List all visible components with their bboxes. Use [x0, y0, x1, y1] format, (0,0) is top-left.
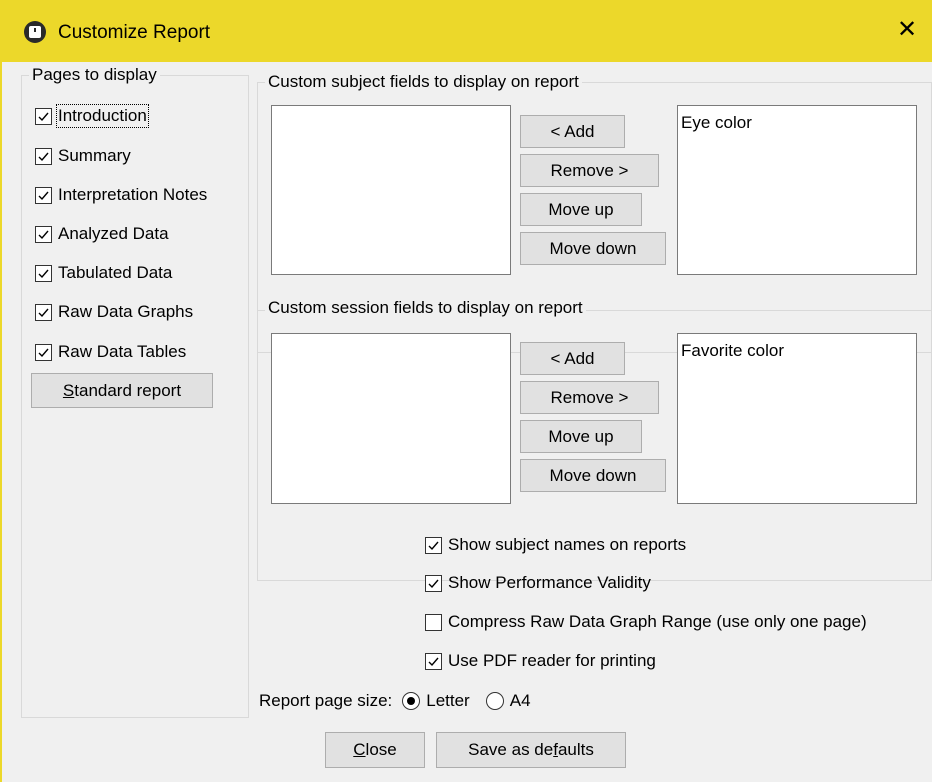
radio-a4[interactable]: [485, 692, 504, 710]
checkbox-label: Introduction: [56, 104, 149, 128]
checkbox-label: Tabulated Data: [58, 263, 173, 282]
checkbox-analyzed-data[interactable]: Analyzed Data: [35, 222, 169, 246]
checkbox-label: Raw Data Graphs: [58, 302, 194, 321]
subject-available-list[interactable]: [271, 105, 511, 275]
checkbox-compress-raw-graph-range[interactable]: Compress Raw Data Graph Range (use only …: [425, 610, 867, 634]
session-move-down-button[interactable]: Move down: [520, 459, 666, 492]
checkbox-box[interactable]: [35, 264, 52, 282]
checkbox-show-subject-names[interactable]: Show subject names on reports: [425, 533, 686, 557]
checkbox-use-pdf-reader[interactable]: Use PDF reader for printing: [425, 649, 656, 673]
standard-report-accel: S: [62, 380, 75, 400]
subject-remove-button[interactable]: Remove >: [520, 154, 659, 187]
close-icon[interactable]: ✕: [892, 14, 922, 44]
pages-legend: Pages to display: [29, 65, 160, 85]
checkbox-box[interactable]: [425, 652, 442, 670]
subject-move-down-button[interactable]: Move down: [520, 232, 666, 265]
checkbox-summary[interactable]: Summary: [35, 144, 131, 168]
list-item[interactable]: Favorite color: [681, 341, 913, 361]
save-label-end: aults: [557, 740, 594, 759]
checkbox-box[interactable]: [35, 147, 52, 165]
checkbox-label: Summary: [58, 146, 131, 165]
checkbox-label: Raw Data Tables: [58, 342, 187, 361]
subject-add-button[interactable]: < Add: [520, 115, 625, 148]
session-selected-list[interactable]: Favorite color: [677, 333, 917, 504]
list-item[interactable]: Eye color: [681, 113, 913, 133]
checkbox-interpretation-notes[interactable]: Interpretation Notes: [35, 183, 207, 207]
checkbox-box[interactable]: [425, 613, 442, 631]
checkbox-box[interactable]: [35, 186, 52, 204]
checkbox-box[interactable]: [35, 343, 52, 361]
checkbox-label: Compress Raw Data Graph Range (use only …: [448, 612, 867, 631]
radio-a4-label[interactable]: A4: [510, 691, 531, 711]
checkbox-label: Show Performance Validity: [448, 573, 651, 592]
checkbox-label: Interpretation Notes: [58, 185, 208, 204]
session-add-button[interactable]: < Add: [520, 342, 625, 375]
window-title: Customize Report: [58, 22, 211, 43]
page-size-row: Report page size: Letter A4: [259, 689, 531, 713]
title-bar: Customize Report ✕: [0, 0, 932, 62]
save-as-defaults-button[interactable]: Save as de f aults: [436, 732, 626, 768]
save-label-start: Save as de: [468, 740, 554, 759]
checkbox-box[interactable]: [35, 107, 52, 125]
session-available-list[interactable]: [271, 333, 511, 504]
session-move-up-button[interactable]: Move up: [520, 420, 642, 453]
checkbox-introduction[interactable]: Introduction: [35, 104, 149, 128]
close-label: lose: [365, 740, 397, 759]
checkbox-raw-data-graphs[interactable]: Raw Data Graphs: [35, 300, 193, 324]
checkbox-box[interactable]: [425, 574, 442, 592]
checkbox-label: Use PDF reader for printing: [448, 651, 656, 670]
session-fields-legend: Custom session fields to display on repo…: [265, 298, 586, 318]
page-size-label: Report page size:: [259, 691, 393, 710]
checkbox-tabulated-data[interactable]: Tabulated Data: [35, 261, 172, 285]
subject-selected-list[interactable]: Eye color: [677, 105, 917, 275]
checkbox-show-performance-validity[interactable]: Show Performance Validity: [425, 571, 651, 595]
checkbox-box[interactable]: [35, 225, 52, 243]
close-button[interactable]: Close: [325, 732, 425, 768]
standard-report-button[interactable]: Standard report: [31, 373, 213, 408]
checkbox-label: Show subject names on reports: [448, 535, 687, 554]
close-accel: C: [353, 740, 366, 759]
subject-move-up-button[interactable]: Move up: [520, 193, 642, 226]
standard-report-label: tandard report: [74, 380, 182, 400]
checkbox-label: Analyzed Data: [58, 224, 169, 243]
checkbox-box[interactable]: [425, 536, 442, 554]
session-remove-button[interactable]: Remove >: [520, 381, 659, 414]
app-icon: [24, 21, 46, 43]
radio-letter[interactable]: [402, 692, 421, 710]
dialog-body: Pages to display Introduction Summary In…: [0, 62, 932, 782]
subject-fields-legend: Custom subject fields to display on repo…: [265, 72, 582, 92]
radio-letter-label[interactable]: Letter: [426, 691, 469, 711]
checkbox-box[interactable]: [35, 303, 52, 321]
checkbox-raw-data-tables[interactable]: Raw Data Tables: [35, 340, 186, 364]
